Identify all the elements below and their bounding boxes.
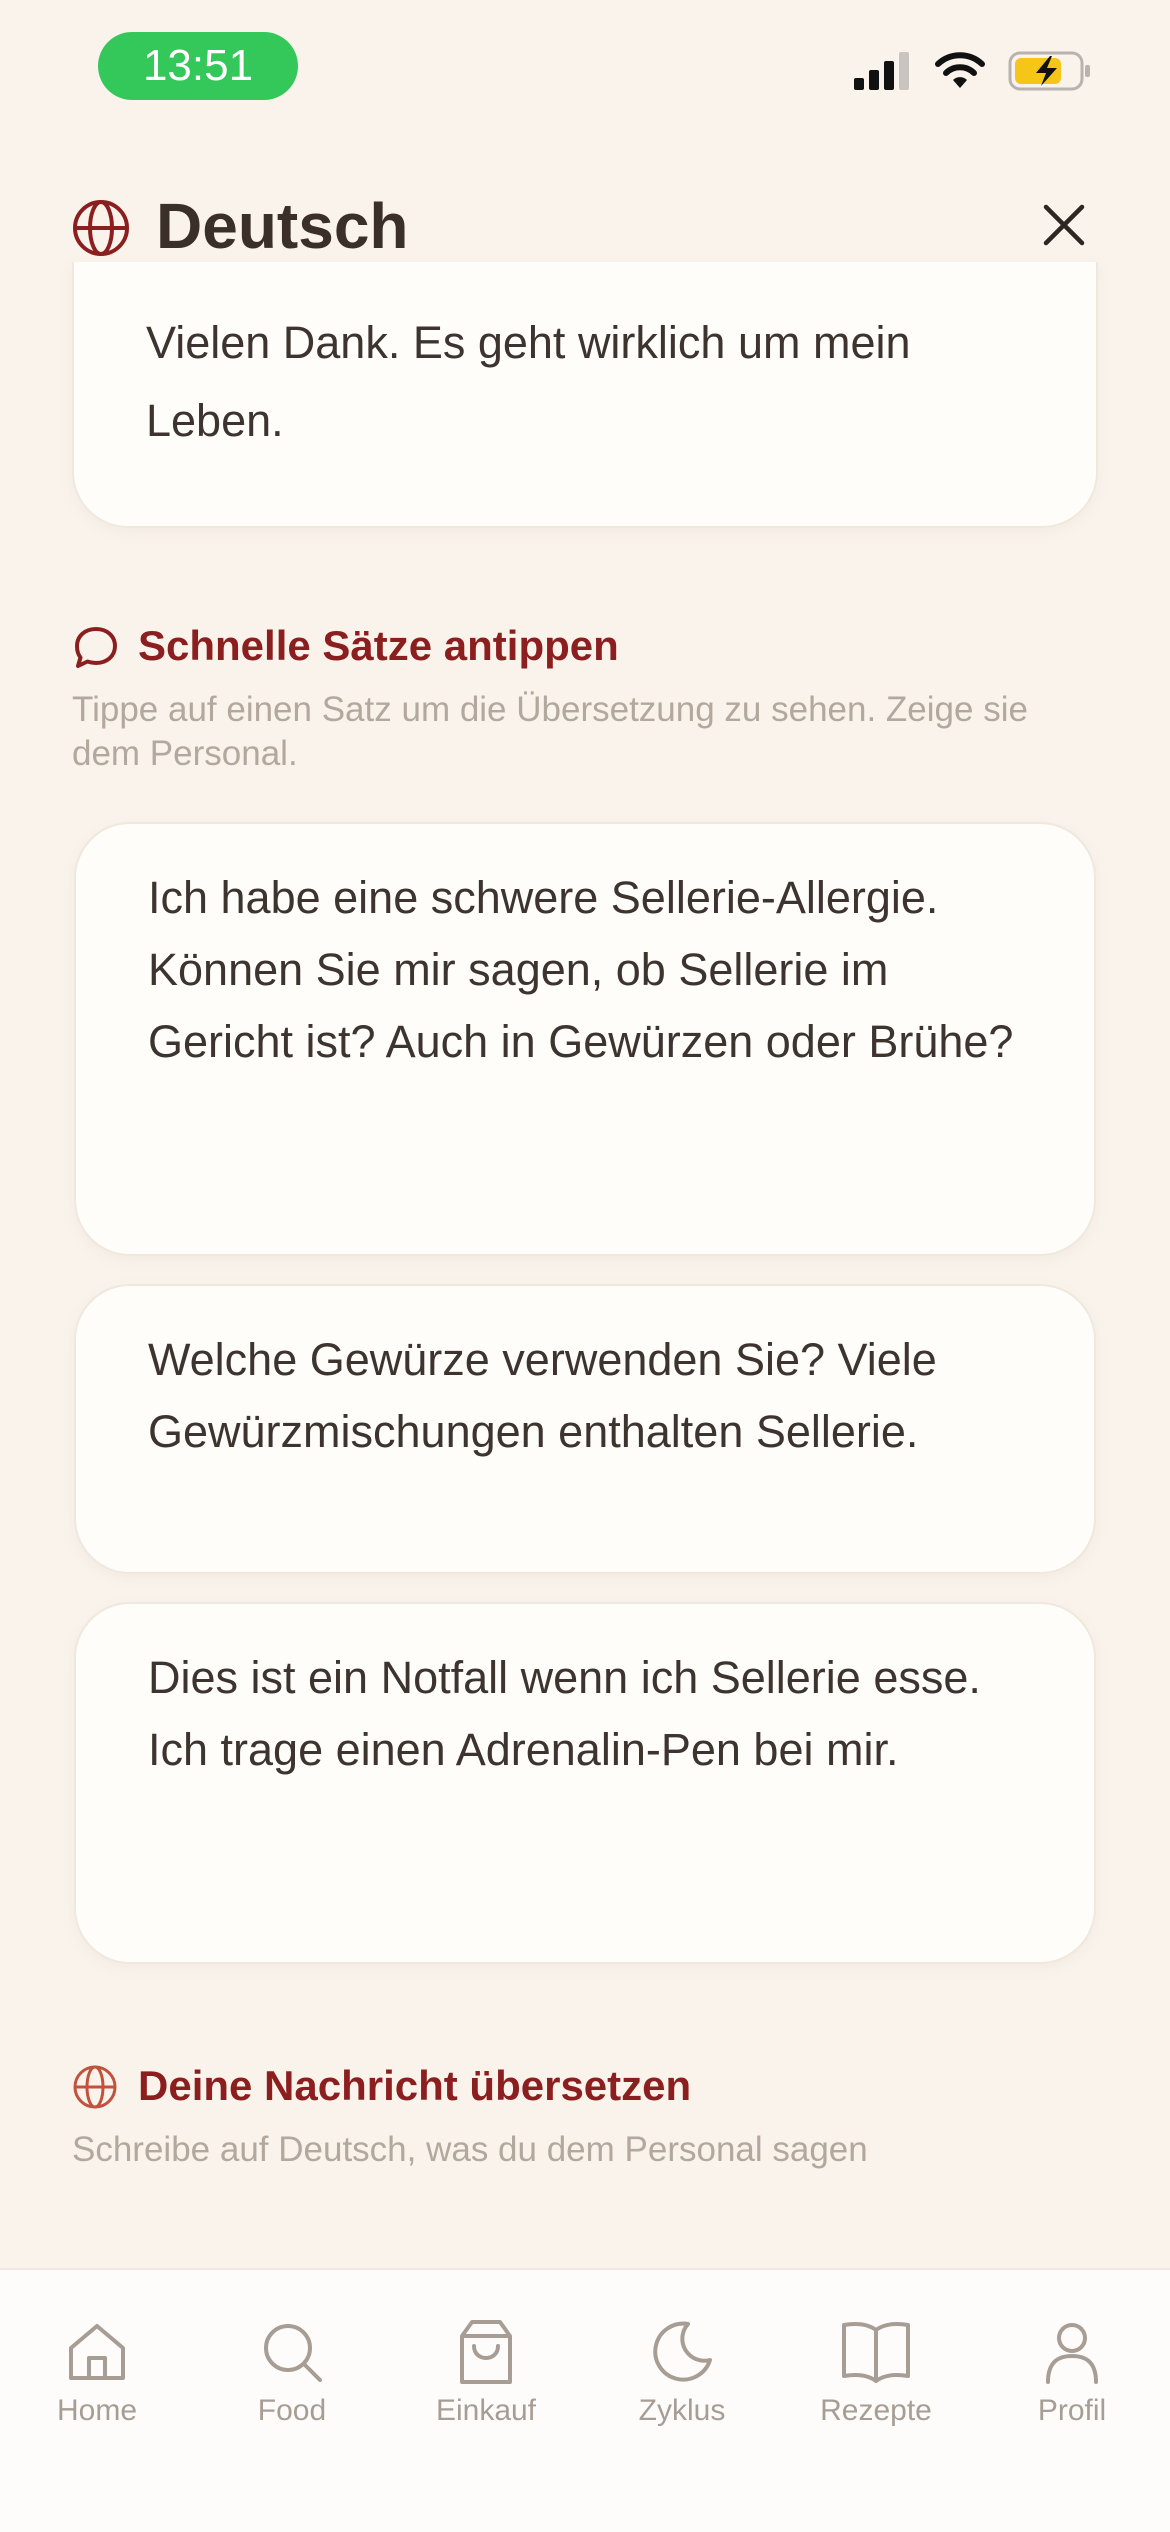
tab-home[interactable]: Home — [7, 2318, 187, 2428]
tab-bar: Home Food Einkauf Zyklus Rezepte Profil — [0, 2268, 1170, 2532]
phrase-text: Ich habe eine schwere Sellerie-Allergie.… — [148, 872, 1014, 1067]
translate-section-subtitle: Schreibe auf Deutsch, was du dem Persona… — [72, 2130, 868, 2169]
previous-phrase-card[interactable]: Vielen Dank. Es geht wirklich um mein Le… — [72, 262, 1098, 528]
tab-food[interactable]: Food — [202, 2318, 382, 2428]
tab-label: Home — [56, 2394, 138, 2427]
moon-icon — [653, 2321, 712, 2382]
quick-phrases-title: Schnelle Sätze antippen — [138, 622, 619, 669]
app-screen: 13:51 Deutsch Vielen Dank. Es geht wirkl… — [0, 0, 1170, 2532]
tab-zyklus[interactable]: Zyklus — [592, 2318, 772, 2428]
book-icon — [842, 2322, 910, 2383]
tab-rezepte[interactable]: Rezepte — [786, 2318, 966, 2428]
phrase-card[interactable]: Ich habe eine schwere Sellerie-Allergie.… — [74, 822, 1096, 1256]
tab-profil[interactable]: Profil — [982, 2318, 1162, 2428]
person-icon — [1046, 2323, 1098, 2384]
previous-phrase-text: Vielen Dank. Es geht wirklich um mein Le… — [146, 317, 911, 446]
tab-einkauf[interactable]: Einkauf — [396, 2318, 576, 2428]
cellular-signal-icon — [854, 52, 912, 95]
phrase-card[interactable]: Dies ist ein Notfall wenn ich Sellerie e… — [74, 1602, 1096, 1964]
page-title: Deutsch — [156, 190, 409, 262]
globe-icon — [72, 2064, 118, 2115]
speech-bubble-icon — [72, 624, 120, 677]
wifi-icon — [934, 52, 986, 95]
phrase-text: Dies ist ein Notfall wenn ich Sellerie e… — [148, 1652, 981, 1775]
phrase-card[interactable]: Welche Gewürze verwenden Sie? Viele Gewü… — [74, 1284, 1096, 1574]
close-icon — [1043, 204, 1085, 246]
translate-section-title: Deine Nachricht übersetzen — [138, 2062, 692, 2109]
tab-label: Profil — [1037, 2394, 1107, 2427]
status-icons — [854, 50, 1092, 97]
tab-label: Food — [257, 2394, 327, 2427]
globe-icon — [72, 199, 130, 257]
shopping-bag-icon — [460, 2320, 512, 2384]
phrase-text: Welche Gewürze verwenden Sie? Viele Gewü… — [148, 1334, 937, 1457]
home-icon — [69, 2324, 125, 2380]
quick-phrases-subtitle: Tippe auf einen Satz um die Übersetzung … — [72, 690, 1028, 773]
status-time: 13:51 — [98, 32, 298, 100]
search-icon — [264, 2324, 322, 2382]
close-button[interactable] — [1036, 197, 1092, 253]
battery-charging-icon — [1008, 50, 1092, 97]
tab-label: Rezepte — [820, 2394, 932, 2427]
tab-label: Einkauf — [435, 2394, 537, 2427]
tab-label: Zyklus — [638, 2394, 726, 2427]
status-bar: 13:51 — [0, 0, 1170, 140]
